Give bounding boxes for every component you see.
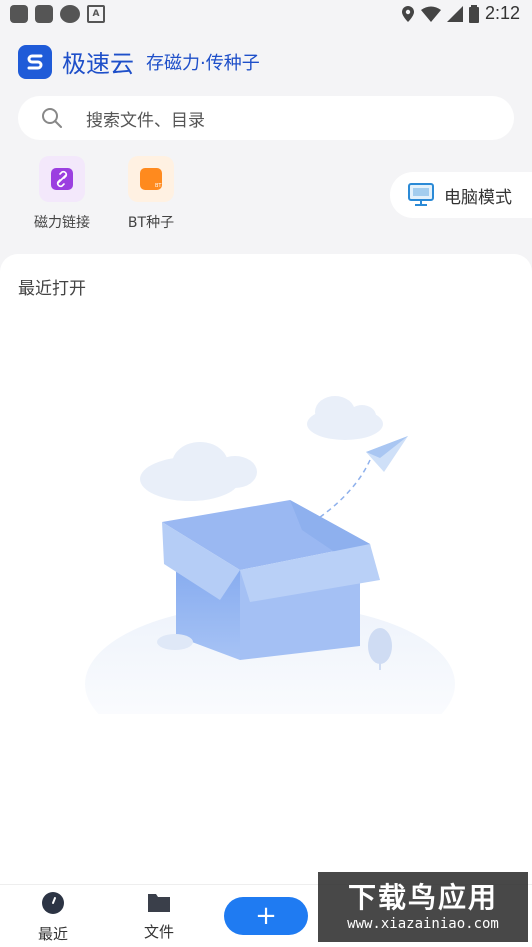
watermark-title: 下载鸟应用 <box>347 881 498 914</box>
clock: 2:12 <box>484 3 520 23</box>
app-name: 极速云 <box>62 50 134 78</box>
location-icon <box>401 5 414 22</box>
search-bar[interactable]: 搜索文件、目录 <box>18 96 514 140</box>
app-slogan: 存磁力·传种子 <box>146 52 260 74</box>
nav-recent-label: 最近 <box>37 925 68 943</box>
app-header: 极速云 存磁力·传种子 <box>18 44 260 79</box>
system-icons: 2:12 <box>401 3 520 24</box>
battery-icon <box>468 4 479 23</box>
add-button[interactable]: + <box>224 897 308 935</box>
watermark: 下载鸟应用 www.xiazainiao.com <box>318 872 528 942</box>
search-placeholder: 搜索文件、目录 <box>86 110 205 131</box>
nav-files-label: 文件 <box>143 923 174 941</box>
app-logo-icon <box>18 44 52 79</box>
nav-files[interactable]: 文件 <box>124 891 194 942</box>
plus-icon: + <box>255 901 277 931</box>
bt-file-icon: BT <box>128 156 174 202</box>
nav-recent[interactable]: 最近 <box>18 891 88 944</box>
pc-mode-button[interactable]: 电脑模式 <box>390 172 532 218</box>
watermark-url: www.xiazainiao.com <box>347 916 499 932</box>
svg-text:BT: BT <box>155 183 162 189</box>
bt-torrent-button[interactable]: BT BT种子 <box>111 156 191 232</box>
monitor-icon <box>408 183 434 206</box>
wifi-icon <box>420 6 441 22</box>
notification-icon <box>35 5 53 23</box>
magnet-link-label: 磁力链接 <box>34 215 90 231</box>
notification-icon: A <box>87 5 105 23</box>
magnet-link-button[interactable]: 磁力链接 <box>22 156 102 232</box>
section-title: 最近打开 <box>18 279 86 299</box>
notification-icons: A <box>10 5 105 23</box>
search-icon <box>42 108 62 128</box>
link-icon <box>39 156 85 202</box>
recent-files-panel: 最近打开 <box>0 254 532 884</box>
pc-mode-label: 电脑模式 <box>444 187 512 208</box>
bt-torrent-label: BT种子 <box>127 215 175 231</box>
status-bar: A 2:12 <box>0 0 532 28</box>
folder-icon <box>148 894 170 912</box>
notification-icon <box>60 5 80 23</box>
notification-icon <box>10 5 28 23</box>
clock-icon <box>42 892 64 914</box>
signal-icon <box>446 5 463 22</box>
empty-box-illustration <box>85 396 455 714</box>
